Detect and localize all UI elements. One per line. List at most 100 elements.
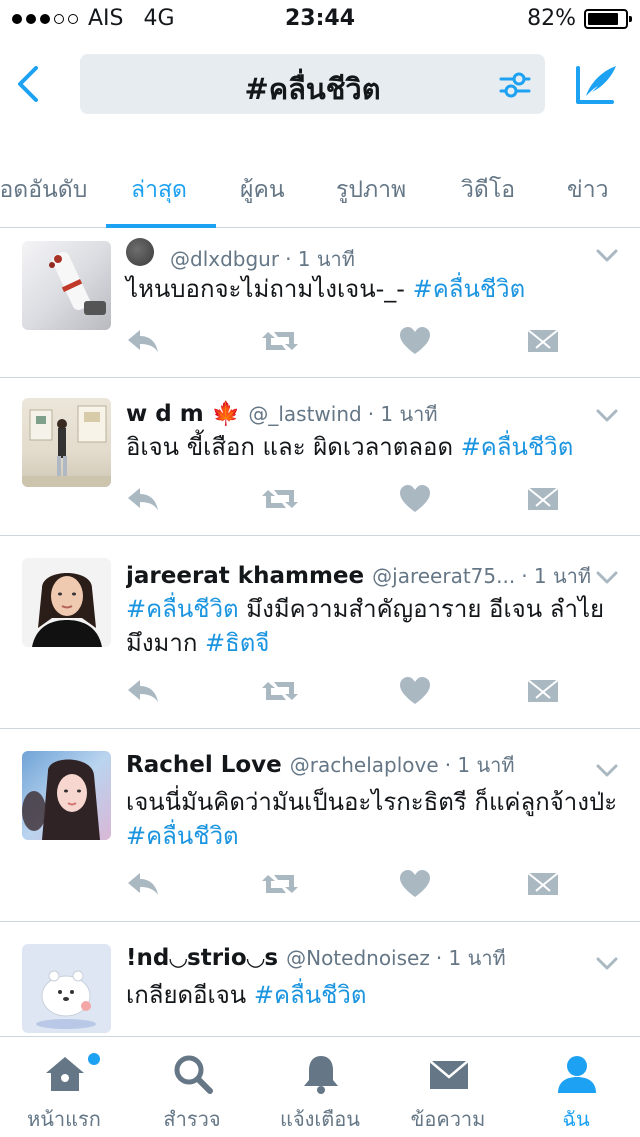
- new-content-dot: [86, 1051, 102, 1067]
- tab-videos[interactable]: วิดีโอ: [461, 172, 515, 208]
- tweet[interactable]: Rachel Love @rachelaplove · 1 นาที เจนนี…: [0, 729, 640, 922]
- tweet-text: อิเจน ขี้เสือก และ ผิดเวลาตลอด #คลื่นชีว…: [126, 430, 620, 464]
- filter-icon[interactable]: [499, 70, 531, 100]
- nav-label: หน้าแรก: [27, 1107, 101, 1131]
- tweet-handle[interactable]: @jareerat75...: [372, 564, 515, 588]
- nav-label: สำรวจ: [163, 1107, 221, 1131]
- chevron-down-icon[interactable]: [596, 248, 618, 262]
- like-icon[interactable]: [398, 326, 432, 356]
- direct-message-icon[interactable]: [526, 676, 560, 706]
- compose-tweet-button[interactable]: [572, 62, 620, 108]
- tweet[interactable]: @dlxdbgur · 1 นาที ไหนบอกจะไม่ถามไงเจน-_…: [0, 228, 640, 378]
- retweet-icon[interactable]: [260, 676, 300, 706]
- reply-icon[interactable]: [126, 326, 160, 356]
- direct-message-icon[interactable]: [526, 484, 560, 514]
- tweet-header: @dlxdbgur · 1 นาที: [126, 238, 592, 275]
- tweet-header: w d m 🍁 @_lastwind · 1 นาที: [126, 398, 592, 430]
- like-icon[interactable]: [398, 676, 432, 706]
- tweet-timeline[interactable]: @dlxdbgur · 1 นาที ไหนบอกจะไม่ถามไงเจน-_…: [0, 228, 640, 1036]
- tweet-handle[interactable]: @_lastwind: [248, 402, 361, 426]
- retweet-icon[interactable]: [260, 326, 300, 356]
- tweet-text-content: เจนนี่มันคิดว่ามันเป็นอะไรกะธิตรี ก็แค่ล…: [126, 788, 618, 816]
- hashtag-link[interactable]: #คลื่นชีวิต: [461, 433, 574, 461]
- nav-label: ข้อความ: [410, 1107, 486, 1131]
- tweet-author-name[interactable]: !nd◡strio◡s: [126, 945, 278, 971]
- battery-icon: [584, 8, 632, 29]
- search-tabs: ยอดอันดับ ล่าสุด ผู้คน รูปภาพ วิดีโอ ข่า…: [0, 148, 640, 228]
- battery-percent: 82%: [527, 6, 576, 31]
- tweet-actions: [126, 326, 566, 362]
- search-query[interactable]: #คลื่นชีวิต: [80, 66, 545, 112]
- tweet-time: · 1 นาที: [285, 247, 355, 271]
- chevron-down-icon[interactable]: [596, 763, 618, 777]
- hashtag-link[interactable]: #คลื่นชีวิต: [126, 595, 239, 623]
- tab-people[interactable]: ผู้คน: [240, 172, 285, 208]
- reply-icon[interactable]: [126, 869, 160, 899]
- tweet-author-name[interactable]: jareerat khammee: [126, 563, 364, 589]
- nav-messages[interactable]: ข้อความ: [384, 1037, 512, 1137]
- avatar[interactable]: [22, 558, 111, 647]
- search-field[interactable]: #คลื่นชีวิต: [80, 54, 545, 114]
- tweet-header: Rachel Love @rachelaplove · 1 นาที: [126, 749, 592, 781]
- back-chevron-icon: [18, 66, 38, 102]
- like-icon[interactable]: [398, 869, 432, 899]
- hashtag-link[interactable]: #คลื่นชีวิต: [413, 275, 526, 303]
- tweet-header: !nd◡strio◡s @Notednoisez · 1 นาที: [126, 942, 592, 974]
- home-icon: [46, 1057, 84, 1091]
- avatar[interactable]: [22, 751, 111, 840]
- avatar[interactable]: [22, 944, 111, 1033]
- retweet-icon[interactable]: [260, 484, 300, 514]
- nav-home[interactable]: หน้าแรก: [0, 1037, 128, 1137]
- reply-icon[interactable]: [126, 676, 160, 706]
- tweet[interactable]: w d m 🍁 @_lastwind · 1 นาที อิเจน ขี้เสื…: [0, 378, 640, 536]
- tweet-handle[interactable]: @rachelaplove: [290, 753, 439, 777]
- like-icon[interactable]: [398, 484, 432, 514]
- hashtag-link[interactable]: #คลื่นชีวิต: [254, 981, 367, 1009]
- tweet-handle[interactable]: @Notednoisez: [286, 946, 430, 970]
- tweet-actions: [126, 484, 566, 520]
- tweet-text: #คลื่นชีวิต มึงมีความสำคัญอาราย อีเจน ลำ…: [126, 592, 620, 660]
- tweet-handle[interactable]: @dlxdbgur: [170, 247, 279, 271]
- search-icon: [174, 1055, 213, 1094]
- nav-notifications[interactable]: แจ้งเตือน: [256, 1037, 384, 1137]
- nav-explore[interactable]: สำรวจ: [128, 1037, 256, 1137]
- tab-latest[interactable]: ล่าสุด: [131, 172, 187, 208]
- tweet-header: jareerat khammee @jareerat75... · 1 นาที: [126, 560, 592, 592]
- direct-message-icon[interactable]: [526, 326, 560, 356]
- tweet-time: · 1 นาที: [444, 753, 515, 777]
- tab-top[interactable]: ยอดอันดับ: [0, 172, 87, 208]
- chevron-down-icon[interactable]: [596, 956, 618, 970]
- bottom-navigation: หน้าแรก สำรวจ แจ้งเตือน ข้อความ ฉัน: [0, 1036, 640, 1136]
- tweet-text: ไหนบอกจะไม่ถามไงเจน-_- #คลื่นชีวิต: [126, 272, 620, 306]
- tweet[interactable]: !nd◡strio◡s @Notednoisez · 1 นาที เกลียด…: [0, 922, 640, 1036]
- tweet-time: · 1 นาที: [435, 946, 506, 970]
- battery-fill: [588, 12, 618, 25]
- avatar[interactable]: [22, 398, 111, 487]
- tweet-text: เกลียดอีเจน #คลื่นชีวิต: [126, 978, 620, 1012]
- mail-icon: [429, 1060, 469, 1089]
- tweet-actions: [126, 676, 566, 712]
- tweet-time: · 1 นาที: [367, 402, 438, 426]
- tweet-author-name[interactable]: Rachel Love: [126, 752, 282, 778]
- tab-photos[interactable]: รูปภาพ: [336, 172, 406, 208]
- profile-icon: [558, 1056, 596, 1093]
- search-header: #คลื่นชีวิต: [0, 40, 640, 130]
- tweet-text-content: ไหนบอกจะไม่ถามไงเจน-_-: [126, 275, 405, 303]
- status-bar: AIS 4G 23:44 82%: [0, 0, 640, 40]
- tweet-text-content: เกลียดอีเจน: [126, 981, 247, 1009]
- retweet-icon[interactable]: [260, 869, 300, 899]
- reply-icon[interactable]: [126, 484, 160, 514]
- tweet-author-name[interactable]: w d m 🍁: [126, 400, 240, 427]
- chevron-down-icon[interactable]: [596, 570, 618, 584]
- chevron-down-icon[interactable]: [596, 408, 618, 422]
- tab-news[interactable]: ข่าว: [567, 172, 609, 208]
- direct-message-icon[interactable]: [526, 869, 560, 899]
- compose-quill-icon: [576, 66, 616, 104]
- hashtag-link[interactable]: #ธิตจี: [205, 629, 269, 657]
- nav-me[interactable]: ฉัน: [512, 1037, 640, 1137]
- status-right: 82%: [527, 6, 632, 31]
- back-button[interactable]: [10, 62, 50, 106]
- tweet[interactable]: jareerat khammee @jareerat75... · 1 นาที…: [0, 536, 640, 729]
- hashtag-link[interactable]: #คลื่นชีวิต: [126, 822, 239, 850]
- avatar[interactable]: [22, 241, 111, 330]
